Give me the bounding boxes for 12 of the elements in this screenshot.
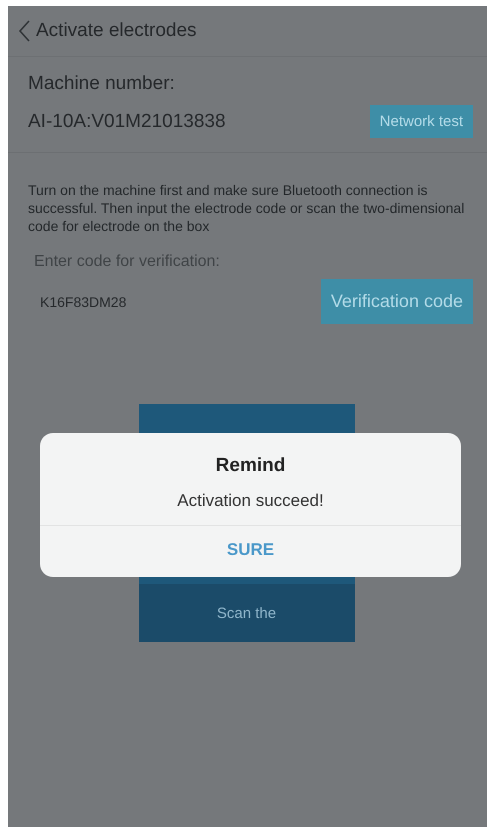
network-test-button[interactable]: Network test [370,105,473,138]
code-input-field[interactable]: K16F83DM28 [38,292,192,310]
dialog-title: Remind [216,454,286,478]
machine-number-value: AI-10A:V01M21013838 [28,110,226,132]
verification-code-button[interactable]: Verification code [320,279,473,324]
sure-button[interactable]: SURE [40,525,461,577]
instructions-text: Turn on the machine first and make sure Bluetooth connection is successful. Then input the electrode code or scan the two-dimensional code for electrode on the box [27,181,466,235]
dialog-message: Activation succeed! [177,491,324,512]
screen-title: Activate electrodes [36,20,197,42]
machine-number-label: Machine number: [28,72,176,96]
back-chevron-icon[interactable] [18,20,30,42]
scan-button[interactable]: Scan the [138,584,354,642]
